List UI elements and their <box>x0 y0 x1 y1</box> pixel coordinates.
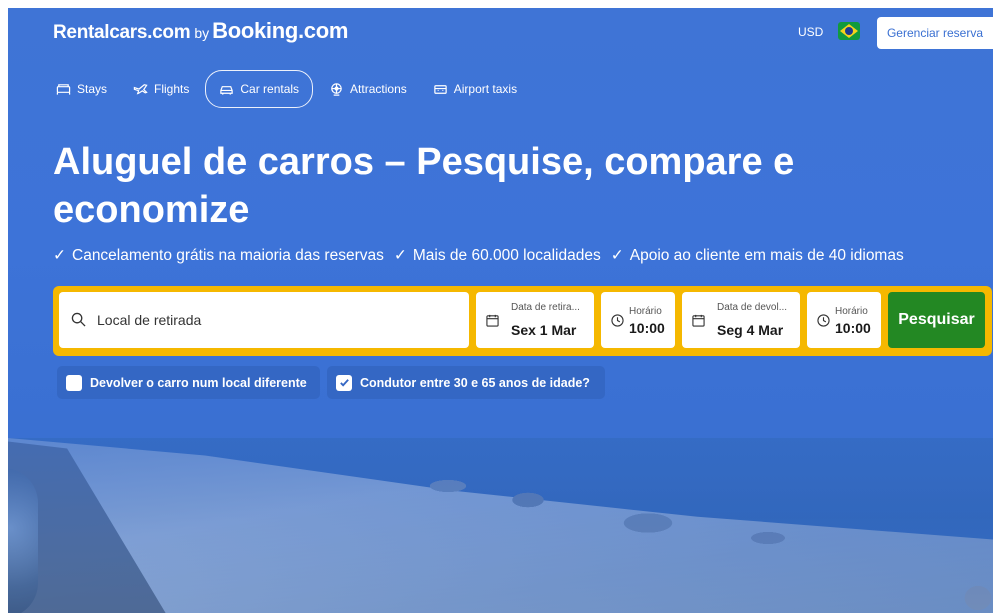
search-icon <box>71 312 86 327</box>
benefit-item: ✓ Mais de 60.000 localidades <box>393 247 601 264</box>
return-time-value: 10:00 <box>835 320 871 336</box>
taxi-icon <box>434 84 447 94</box>
driver-age-label: Condutor entre 30 e 65 anos de idade? <box>360 375 590 390</box>
driver-age-checkbox[interactable] <box>336 374 352 391</box>
manage-booking-button[interactable]: Gerenciar reserva <box>877 17 993 49</box>
pickup-date-field[interactable]: Data de retira... Sex 1 Mar <box>476 292 594 348</box>
calendar-icon <box>486 314 499 327</box>
clock-icon <box>611 314 624 327</box>
nav-item-attractions[interactable]: Attractions <box>319 72 417 106</box>
nav-item-airport-taxis[interactable]: Airport taxis <box>423 72 527 106</box>
return-date-label: Data de devol... <box>717 302 788 313</box>
nav-label: Stays <box>77 82 108 96</box>
logo[interactable]: Rentalcars.com by Booking.com <box>53 18 348 44</box>
check-icon: ✓ <box>53 247 66 264</box>
benefit-item: ✓ Apoio ao cliente em mais de 40 idiomas <box>610 247 904 264</box>
logo-rentalcars: Rentalcars.com <box>53 22 191 43</box>
pickup-date-value: Sex 1 Mar <box>511 322 577 338</box>
calendar-icon <box>692 314 705 327</box>
benefit-item: ✓ Cancelamento grátis na maioria das rese… <box>53 247 384 264</box>
bed-icon <box>56 83 71 95</box>
attractions-icon <box>331 82 342 96</box>
currency-selector[interactable]: USD <box>798 25 823 39</box>
nav-item-stays[interactable]: Stays <box>46 72 117 106</box>
logo-booking: Booking.com <box>212 18 349 43</box>
page-title: Aluguel de carros – Pesquise, compare e … <box>53 141 795 231</box>
benefits-list: ✓ Cancelamento grátis na maioria das rese… <box>53 246 904 265</box>
page-hero: Rentalcars.com by Booking.com USD Gerencia… <box>8 8 993 613</box>
nav-item-car-rentals[interactable]: Car rentals <box>205 70 314 108</box>
return-date-field[interactable]: Data de devol... Seg 4 Mar <box>682 292 800 348</box>
pickup-time-label: Horário <box>629 306 662 317</box>
different-return-label: Devolver o carro num local diferente <box>90 375 307 390</box>
search-button[interactable]: Pesquisar <box>888 292 985 348</box>
car-icon <box>220 85 234 95</box>
pickup-time-value: 10:00 <box>629 320 665 336</box>
logo-by: by <box>194 25 210 41</box>
different-return-option[interactable]: Devolver o carro num local diferente <box>57 366 320 399</box>
background-scenery <box>8 438 993 613</box>
pickup-location-input[interactable]: Local de retirada <box>59 292 469 348</box>
nav-item-flights[interactable]: Flights <box>123 72 199 106</box>
checkmark-icon <box>339 379 349 387</box>
plane-icon <box>133 83 148 94</box>
return-date-value: Seg 4 Mar <box>717 322 784 338</box>
search-form: Local de retirada Data de retira... Sex … <box>53 286 992 356</box>
return-time-field[interactable]: Horário 10:00 <box>807 292 881 348</box>
pickup-time-field[interactable]: Horário 10:00 <box>601 292 675 348</box>
check-icon: ✓ <box>610 247 624 264</box>
check-icon: ✓ <box>393 247 407 264</box>
brazil-flag-icon[interactable] <box>838 22 860 40</box>
product-nav: Stays Flights Car rentals Attractions Ai… <box>46 70 533 108</box>
nav-label: Car rentals <box>240 82 300 96</box>
return-time-label: Horário <box>835 306 868 317</box>
different-return-checkbox[interactable] <box>66 374 82 391</box>
nav-label: Airport taxis <box>453 82 518 96</box>
pickup-location-placeholder: Local de retirada <box>97 312 202 328</box>
clock-icon <box>817 314 830 327</box>
nav-label: Flights <box>154 82 190 96</box>
nav-label: Attractions <box>350 82 407 96</box>
driver-age-option[interactable]: Condutor entre 30 e 65 anos de idade? <box>327 366 605 399</box>
pickup-date-label: Data de retira... <box>511 302 580 313</box>
